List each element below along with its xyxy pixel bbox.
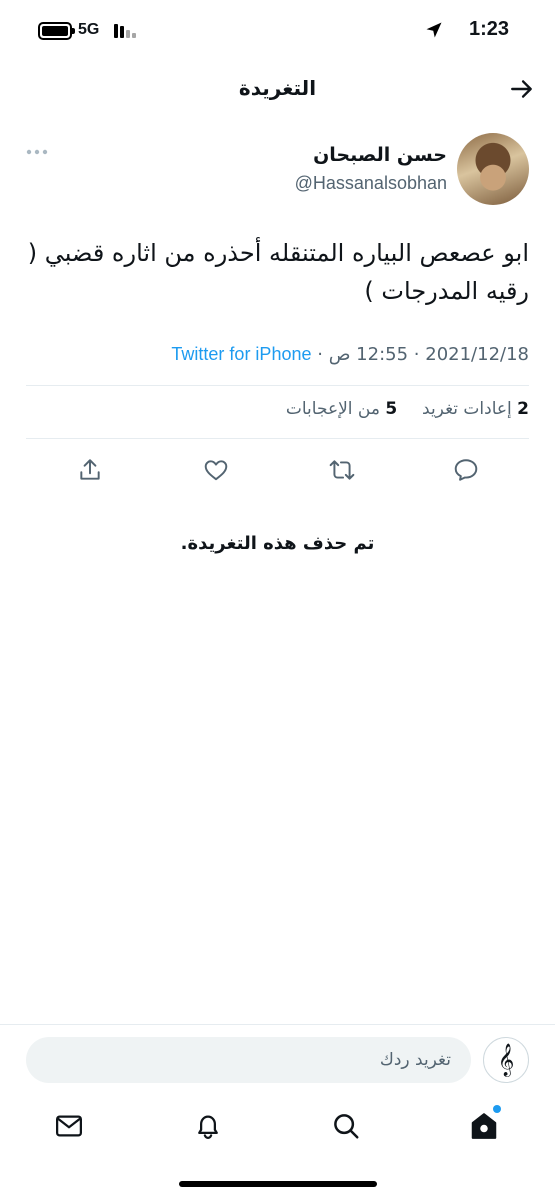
retweets-label: إعادات تغريد: [422, 399, 512, 419]
author-avatar[interactable]: [457, 133, 529, 205]
tweet-source-link[interactable]: Twitter for iPhone: [171, 344, 311, 364]
home-notification-dot: [493, 1105, 501, 1113]
bottom-tab-bar: [0, 1100, 555, 1156]
tweet-text: ابو عصعص البياره المتنقله أحذره من اثاره…: [27, 239, 529, 305]
reply-composer: 𝄞: [0, 1024, 555, 1094]
mail-icon: [56, 1115, 82, 1137]
status-bar: 5G 1:23: [0, 0, 555, 62]
arrow-right-icon[interactable]: [509, 76, 535, 102]
location-arrow-icon: [426, 22, 442, 38]
share-button[interactable]: [72, 452, 108, 488]
tweet-stats: 2 إعادات تغريد 5 من الإعجابات: [286, 399, 529, 419]
home-indicator[interactable]: [179, 1181, 377, 1187]
divider: [26, 385, 529, 386]
tweet-author: حسن الصبحان @Hassanalsobhan: [0, 130, 555, 210]
reply-input[interactable]: [26, 1037, 471, 1083]
battery-icon: [38, 22, 75, 40]
user-avatar[interactable]: 𝄞: [483, 1037, 529, 1083]
home-icon: [471, 1113, 497, 1139]
retweet-button[interactable]: [324, 452, 360, 488]
retweets-count: 2: [517, 399, 529, 419]
likes-count: 5: [385, 399, 398, 419]
reply-icon: [454, 459, 478, 481]
heart-icon: [204, 460, 228, 481]
tweet-date: 2021/12/18: [425, 344, 529, 365]
network-type: 5G: [78, 21, 100, 38]
author-name[interactable]: حسن الصبحان: [313, 144, 447, 166]
status-time: 1:23: [468, 18, 509, 40]
reply-button[interactable]: [448, 452, 484, 488]
retweets-stat[interactable]: 2 إعادات تغريد: [422, 399, 529, 419]
bell-icon: [198, 1115, 218, 1140]
search-icon: [334, 1114, 359, 1139]
tab-home[interactable]: [464, 1105, 504, 1146]
tweet-action-bar: [0, 452, 555, 488]
share-icon: [80, 459, 100, 480]
likes-label: من الإعجابات: [285, 399, 380, 419]
ellipsis-icon[interactable]: [26, 148, 48, 156]
tab-search[interactable]: [326, 1106, 366, 1146]
signal-bars-icon: [114, 22, 138, 38]
meta-separator-2: ·: [317, 344, 323, 365]
retweet-icon: [329, 460, 355, 480]
likes-stat[interactable]: 5 من الإعجابات: [286, 399, 397, 419]
like-button[interactable]: [198, 452, 234, 488]
tab-messages[interactable]: [49, 1106, 89, 1146]
tab-notifications[interactable]: [188, 1106, 228, 1146]
deleted-tweet-notice: تم حذف هذه التغريدة.: [180, 533, 375, 554]
meta-separator: ·: [413, 344, 420, 365]
page-title: التغريدة: [238, 76, 317, 100]
divider: [26, 438, 529, 439]
author-handle[interactable]: @Hassanalsobhan: [295, 173, 447, 194]
page-header: التغريدة: [0, 62, 555, 114]
tweet-time: 12:55 ص: [328, 344, 409, 365]
tweet-meta: 2021/12/18 · 12:55 ص · Twitter for iPhon…: [171, 344, 529, 365]
